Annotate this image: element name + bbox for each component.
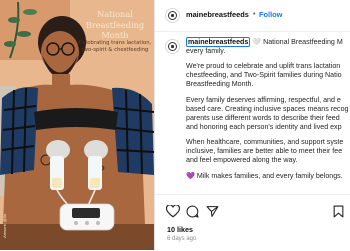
caption-text-line: When healthcare, communities, and suppor… [186, 138, 344, 147]
post-timestamp[interactable]: 6 days ago [167, 236, 196, 242]
paper-plane-icon[interactable] [206, 205, 219, 218]
logo-icon [168, 42, 177, 51]
poster-title: National Breastfeeding Month [85, 9, 145, 40]
caption-username[interactable]: mainebreastfeeds [186, 37, 251, 47]
caption-text-line: We're proud to celebrate and uplift tran… [186, 62, 341, 71]
follow-button[interactable]: Follow [259, 10, 282, 19]
poster-subtitle: Celebrating trans lactation, two-spirit … [78, 40, 152, 53]
caption-text-line: Breastfeeding Month. [186, 80, 254, 89]
heart-outline-icon[interactable] [166, 205, 180, 218]
caption-paragraph-3: When healthcare, communities, and suppor… [186, 138, 350, 165]
caption-text-line: Every family deserves affirming, respect… [186, 95, 341, 104]
caption-paragraph-4: 💜 Milk makes families, and every family … [186, 172, 350, 181]
caption-line2: every family. [186, 47, 226, 56]
account-username[interactable]: mainebreastfeeds [186, 10, 249, 19]
caption-text-line: inclusive, families are better able to m… [186, 147, 343, 156]
caption-closing: Milk makes families, and every family be… [194, 171, 343, 180]
purple-heart-icon: 💜 [186, 171, 195, 180]
post-actions: 10 likes 6 days ago [155, 194, 350, 251]
caption-text-line: based care. Creating inclusive spaces me… [186, 104, 349, 113]
account-avatar[interactable] [165, 8, 180, 23]
poster-credit: Artwork: @ila [2, 214, 7, 238]
caption-line1: 🤍 National Breastfeeding M [250, 38, 343, 46]
post-header: mainebreastfeeds • Follow [155, 0, 350, 32]
caption-text-line: parents use different words to describe … [186, 113, 340, 122]
caption-paragraph-1: We're proud to celebrate and uplift tran… [186, 62, 350, 89]
caption-avatar[interactable] [165, 39, 180, 54]
caption-text-line: and feel empowered along the way. [186, 156, 298, 165]
caption-text-line: and honoring each person's identity and … [186, 122, 342, 131]
post-image[interactable]: National Breastfeeding Month Celebrating… [0, 0, 154, 250]
comment-bubble-icon[interactable] [186, 205, 199, 218]
post-caption: mainebreastfeeds 🤍 National Breastfeedin… [186, 37, 350, 187]
logo-icon [168, 11, 177, 20]
caption-text-line: chestfeeding, and Two-Spirit families du… [186, 71, 342, 80]
caption-intro: mainebreastfeeds 🤍 National Breastfeedin… [186, 37, 350, 56]
separator-dot: • [253, 9, 256, 18]
likes-count[interactable]: 10 likes [167, 225, 193, 234]
bookmark-icon[interactable] [333, 205, 344, 218]
caption-paragraph-2: Every family deserves affirming, respect… [186, 96, 350, 132]
